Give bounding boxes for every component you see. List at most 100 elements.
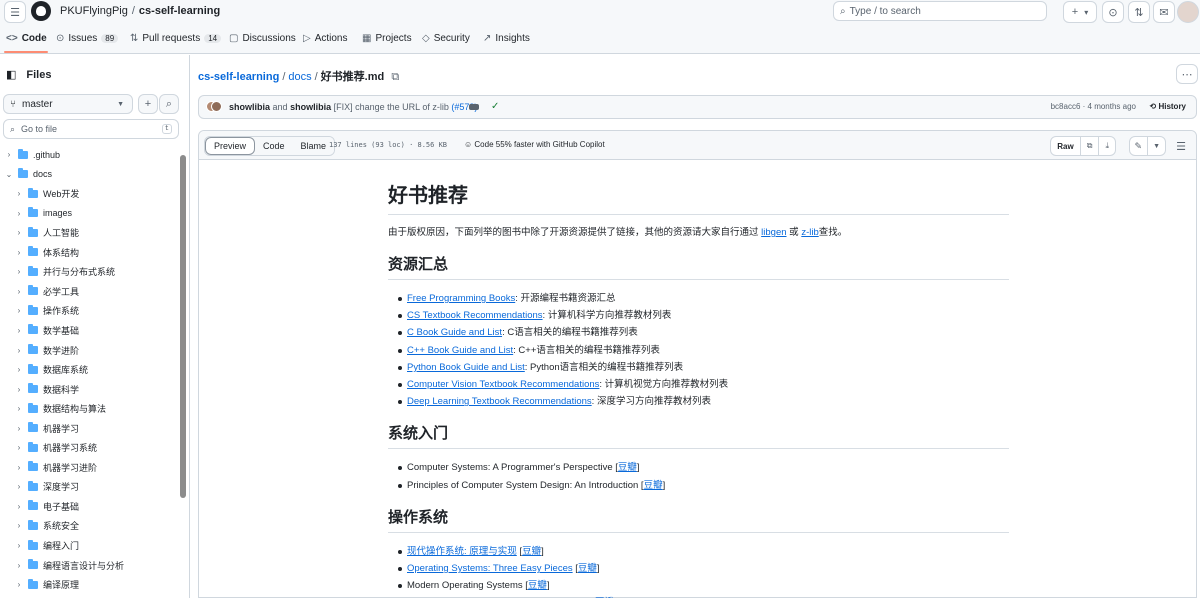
tree-item[interactable]: › 机器学习系统: [0, 438, 178, 457]
copy-path-icon[interactable]: ⧉: [391, 71, 399, 83]
tree-item[interactable]: ⌄ docs: [0, 165, 178, 184]
history-button[interactable]: ⟲ History: [1150, 102, 1187, 111]
tree-item[interactable]: › 体系结构: [0, 243, 178, 262]
chevron-right-icon: ›: [17, 306, 21, 316]
sidebar-title: Files: [26, 68, 52, 81]
tree-item[interactable]: › 数据科学: [0, 380, 178, 399]
book-link[interactable]: Computer Vision Textbook Recommendations: [407, 379, 599, 390]
tab-insights[interactable]: ↗ Insights: [483, 33, 530, 44]
breadcrumb-repo-link[interactable]: cs-self-learning: [198, 71, 279, 83]
preview-button[interactable]: Preview: [205, 137, 256, 155]
author-avatar[interactable]: [206, 101, 222, 113]
tree-item[interactable]: › 数学进阶: [0, 341, 178, 360]
tab-discussions[interactable]: ▢ Discussions: [229, 33, 296, 44]
zlib-link[interactable]: z-lib: [801, 227, 818, 238]
search-input[interactable]: ⌕ Type / to search: [833, 1, 1047, 21]
tree-item[interactable]: › images: [0, 204, 178, 223]
menu-icon[interactable]: ☰: [4, 1, 26, 23]
book-link[interactable]: Deep Learning Textbook Recommendations: [407, 396, 592, 407]
douban-link[interactable]: 豆瓣: [578, 563, 597, 574]
tree-item[interactable]: › 系统安全: [0, 516, 178, 535]
tab-code[interactable]: <> Code: [6, 33, 47, 44]
intro-or: 或: [789, 227, 799, 238]
check-icon[interactable]: ✓: [491, 101, 499, 112]
tree-item[interactable]: › 数学基础: [0, 321, 178, 340]
pencil-icon[interactable]: ✎: [1130, 137, 1149, 155]
tree-item[interactable]: › 数据结构与算法: [0, 399, 178, 418]
file-breadcrumb: cs-self-learning / docs / 好书推荐.md ⧉: [198, 68, 399, 84]
book-link[interactable]: Free Programming Books: [407, 293, 515, 304]
book-link[interactable]: Operating Systems: Three Easy Pieces: [407, 563, 573, 574]
blame-button[interactable]: Blame: [292, 137, 335, 155]
book-link[interactable]: CS Textbook Recommendations: [407, 310, 543, 321]
folder-icon: [28, 461, 38, 472]
create-new-button[interactable]: + ▾: [1063, 1, 1097, 23]
more-options-button[interactable]: ⋯: [1176, 64, 1198, 84]
repo-link[interactable]: cs-self-learning: [139, 5, 220, 17]
tab-actions[interactable]: ▷ Actions: [303, 33, 348, 44]
tree-item[interactable]: › 操作系统: [0, 301, 178, 320]
book-list: Computer Systems: A Programmer's Perspec…: [388, 459, 1009, 493]
tree-item[interactable]: › 编译原理: [0, 575, 178, 594]
inbox-icon[interactable]: ✉: [1153, 1, 1175, 23]
douban-link[interactable]: 豆瓣: [618, 462, 637, 473]
breadcrumb-docs-link[interactable]: docs: [288, 71, 311, 83]
pull-requests-icon[interactable]: ⇅: [1128, 1, 1150, 23]
raw-button[interactable]: Raw: [1051, 137, 1081, 155]
copilot-icon: ☺: [464, 140, 473, 149]
add-file-button[interactable]: +: [138, 94, 158, 114]
folder-icon: [28, 500, 38, 511]
expand-commit-icon[interactable]: [469, 104, 479, 110]
tree-item[interactable]: › 人工智能: [0, 223, 178, 242]
outline-icon[interactable]: ☰: [1176, 140, 1186, 153]
tab-security[interactable]: ◇ Security: [422, 33, 470, 44]
commit-coauthor[interactable]: showlibia: [290, 102, 331, 112]
book-link[interactable]: Python Book Guide and List: [407, 362, 525, 373]
search-files-button[interactable]: ⌕: [159, 94, 179, 114]
tab-pull-requests-label: Pull requests: [142, 33, 201, 44]
copilot-promo[interactable]: ☺ Code 55% faster with GitHub Copilot: [464, 140, 605, 149]
issues-icon[interactable]: ⊙: [1102, 1, 1124, 23]
go-to-file-input[interactable]: ⌕ Go to file t: [3, 119, 179, 139]
douban-link[interactable]: 豆瓣: [644, 480, 663, 491]
github-logo-icon[interactable]: [31, 1, 51, 21]
commit-author[interactable]: showlibia: [229, 102, 270, 112]
tab-issues[interactable]: ⊙ Issues 89: [56, 33, 119, 44]
commit-message[interactable]: [FIX] change the URL of z-lib: [334, 102, 449, 112]
book-link[interactable]: C Book Guide and List: [407, 327, 502, 338]
commit-hash-time[interactable]: bc8acc6 · 4 months ago: [1051, 102, 1136, 111]
douban-link[interactable]: 豆瓣: [528, 580, 547, 591]
libgen-link[interactable]: libgen: [761, 227, 786, 238]
user-avatar[interactable]: [1177, 1, 1199, 23]
tree-item[interactable]: › 机器学习: [0, 419, 178, 438]
tree-item[interactable]: › 机器学习进阶: [0, 458, 178, 477]
owner-link[interactable]: PKUFlyingPig: [60, 5, 128, 17]
collapse-sidebar-icon[interactable]: ◧: [6, 68, 16, 81]
tree-item[interactable]: › 必学工具: [0, 282, 178, 301]
tree-item[interactable]: › Web开发: [0, 184, 178, 203]
tab-projects[interactable]: ▦ Projects: [362, 33, 412, 44]
tree-item[interactable]: › 编程入门: [0, 536, 178, 555]
copy-icon[interactable]: ⧉: [1081, 137, 1100, 155]
section-heading: 操作系统: [388, 506, 1009, 533]
tab-pull-requests[interactable]: ⇅ Pull requests 14: [130, 33, 222, 44]
folder-icon: [28, 422, 38, 433]
list-item: C Book Guide and List: C语言相关的编程书籍推荐列表: [397, 324, 1009, 341]
download-icon[interactable]: ⤓: [1099, 137, 1115, 155]
tree-item[interactable]: › .github: [0, 145, 178, 164]
tree-item[interactable]: › 深度学习: [0, 477, 178, 496]
branch-selector[interactable]: ⑂ master ▼: [3, 94, 133, 114]
book-link[interactable]: 现代操作系统: 原理与实现: [407, 546, 517, 557]
tree-item[interactable]: › 电子基础: [0, 497, 178, 516]
tree-item[interactable]: › 编程语言设计与分析: [0, 556, 178, 575]
sidebar-scrollbar[interactable]: [180, 155, 186, 498]
code-view-button[interactable]: Code: [255, 137, 293, 155]
sidebar-header: ◧ Files: [6, 68, 52, 82]
tree-item[interactable]: › 数据库系统: [0, 360, 178, 379]
chevron-down-icon[interactable]: ▼: [1148, 137, 1165, 155]
folder-icon: [28, 539, 38, 550]
douban-link[interactable]: 豆瓣: [522, 546, 541, 557]
tree-item[interactable]: › 并行与分布式系统: [0, 262, 178, 281]
book-link[interactable]: C++ Book Guide and List: [407, 345, 513, 356]
repo-breadcrumb: PKUFlyingPig / cs-self-learning: [60, 5, 220, 17]
